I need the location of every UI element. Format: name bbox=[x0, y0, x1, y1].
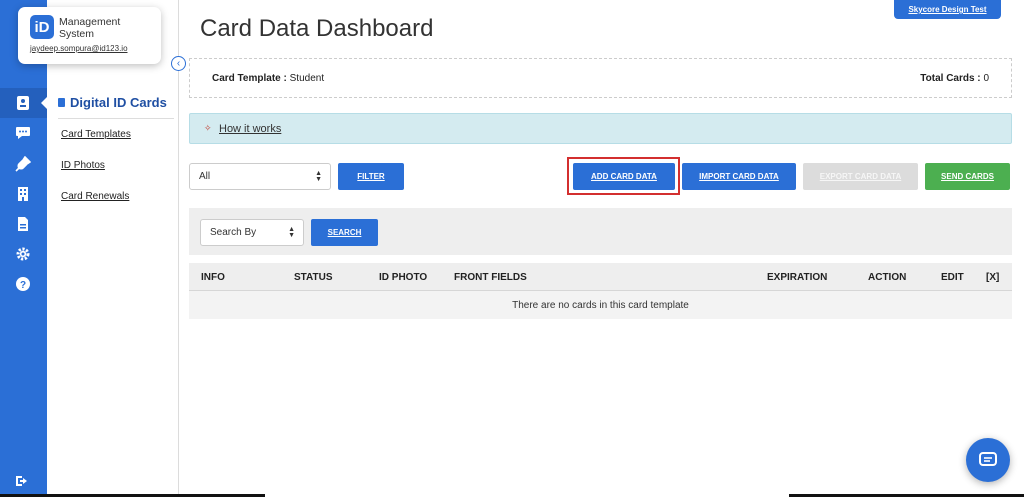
total-cards-info: Total Cards : 0 bbox=[920, 73, 989, 84]
page-title: Card Data Dashboard bbox=[200, 15, 434, 42]
select-arrows-icon: ▲ ▼ bbox=[315, 170, 322, 183]
template-info-box: Card Template : Student Total Cards : 0 bbox=[189, 58, 1012, 98]
chevron-left-icon: ‹ bbox=[176, 58, 181, 69]
card-template-label: Card Template : bbox=[212, 73, 287, 84]
sidebar-title-text: Digital ID Cards bbox=[70, 95, 167, 110]
id-card-icon[interactable] bbox=[14, 94, 32, 112]
send-cards-button[interactable]: SEND CARDS bbox=[925, 163, 1010, 190]
help-icon[interactable]: ? bbox=[14, 275, 32, 293]
sidebar-title: Digital ID Cards bbox=[58, 95, 167, 110]
diamond-icon: ✧ bbox=[204, 123, 212, 133]
export-card-data-button[interactable]: EXPORT CARD DATA bbox=[803, 163, 918, 190]
column-status: STATUS bbox=[294, 272, 333, 283]
id-card-small-icon bbox=[58, 98, 65, 107]
import-card-data-button[interactable]: IMPORT CARD DATA bbox=[682, 163, 796, 190]
how-it-works-link[interactable]: How it works bbox=[219, 123, 281, 135]
skycore-design-test-button[interactable]: Skycore Design Test bbox=[894, 0, 1001, 19]
plug-icon[interactable] bbox=[14, 155, 32, 173]
brand-name: Management System bbox=[59, 16, 120, 40]
column-edit: EDIT bbox=[941, 272, 964, 283]
chat-icon[interactable] bbox=[14, 124, 32, 142]
select-arrows-icon: ▲ ▼ bbox=[288, 226, 295, 239]
brand-logo: iD bbox=[30, 15, 54, 39]
sidebar-item-card-templates[interactable]: Card Templates bbox=[61, 129, 131, 140]
column-info: INFO bbox=[201, 272, 225, 283]
search-by-select[interactable]: Search By ▲ ▼ bbox=[200, 219, 304, 246]
column-id-photo: ID PHOTO bbox=[379, 272, 428, 283]
add-card-data-button[interactable]: ADD CARD DATA bbox=[573, 163, 675, 190]
total-cards-value: 0 bbox=[983, 73, 989, 84]
building-icon[interactable] bbox=[14, 185, 32, 203]
chat-widget-button[interactable] bbox=[966, 438, 1010, 482]
brand-name-line1: Management bbox=[59, 16, 121, 28]
column-front-fields: FRONT FIELDS bbox=[454, 272, 527, 283]
gear-icon[interactable] bbox=[14, 245, 32, 263]
total-cards-label: Total Cards : bbox=[920, 73, 981, 84]
icon-rail: ? bbox=[0, 0, 48, 497]
empty-table-message: There are no cards in this card template bbox=[189, 291, 1012, 319]
column-action: ACTION bbox=[868, 272, 907, 283]
column-delete: [X] bbox=[986, 272, 1000, 283]
how-it-works-banner: ✧ How it works bbox=[189, 113, 1012, 144]
svg-text:?: ? bbox=[20, 280, 26, 291]
user-email[interactable]: jaydeep.sompura@id123.io bbox=[30, 44, 128, 53]
search-button[interactable]: SEARCH bbox=[311, 219, 378, 246]
column-expiration: EXPIRATION bbox=[767, 272, 828, 283]
document-icon[interactable] bbox=[14, 215, 32, 233]
card-template-info: Card Template : Student bbox=[212, 73, 324, 84]
filter-select[interactable]: All ▲ ▼ bbox=[189, 163, 331, 190]
logout-icon[interactable] bbox=[14, 472, 32, 490]
sidebar-item-card-renewals[interactable]: Card Renewals bbox=[61, 191, 129, 202]
card-template-value: Student bbox=[289, 73, 325, 84]
brand-card: iD Management System jaydeep.sompura@id1… bbox=[18, 7, 161, 64]
sidebar-item-id-photos[interactable]: ID Photos bbox=[61, 160, 105, 171]
table-header: INFO STATUS ID PHOTO FRONT FIELDS EXPIRA… bbox=[189, 263, 1012, 291]
brand-name-line2: System bbox=[59, 28, 95, 40]
search-by-value: Search By bbox=[210, 227, 257, 238]
filter-button[interactable]: FILTER bbox=[338, 163, 404, 190]
chat-widget-icon bbox=[979, 452, 997, 466]
sidebar bbox=[47, 0, 179, 497]
collapse-sidebar-button[interactable]: ‹ bbox=[171, 56, 186, 71]
filter-select-value: All bbox=[199, 171, 211, 182]
sidebar-divider bbox=[58, 118, 174, 119]
